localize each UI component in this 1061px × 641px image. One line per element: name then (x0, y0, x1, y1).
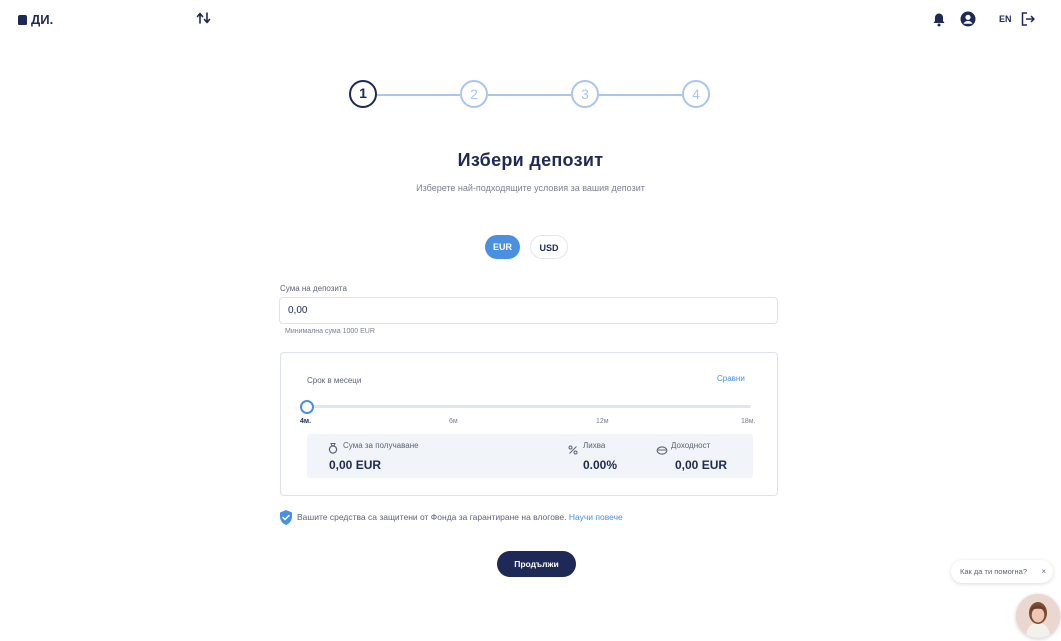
amount-input[interactable] (279, 297, 778, 324)
step-connector (599, 94, 682, 96)
interest-label: Лихва (583, 441, 606, 450)
term-tick: 6м (449, 418, 458, 425)
yield-label: Доходност (671, 441, 711, 450)
amount-hint: Минимална сума 1000 EUR (285, 328, 375, 335)
term-slider-handle[interactable] (300, 400, 314, 414)
compare-link[interactable]: Сравни (717, 374, 745, 383)
percent-icon (568, 442, 578, 460)
assistant-avatar[interactable] (1016, 594, 1060, 638)
continue-button[interactable]: Продължи (497, 551, 576, 577)
page-subtitle: Изберете най-подходящите условия за ваши… (416, 183, 645, 193)
ring-icon (328, 441, 338, 459)
close-icon[interactable]: × (1041, 560, 1046, 583)
protection-notice-text: Вашите средства са защитени от Фонда за … (297, 512, 567, 522)
top-bar: ДИ. EN (0, 0, 1061, 40)
term-tick: 4м. (300, 418, 312, 425)
receive-value: 0,00 EUR (329, 458, 382, 472)
step-4: 4 (682, 80, 710, 108)
page-title: Избери депозит (457, 150, 604, 170)
yield-value: 0,00 EUR (675, 458, 728, 472)
learn-more-link[interactable]: Научи повече (569, 512, 623, 522)
step-3: 3 (571, 80, 599, 108)
amount-label: Сума на депозита (280, 284, 347, 293)
interest-value: 0.00% (583, 458, 618, 472)
lock-icon (18, 15, 27, 25)
protection-notice: Вашите средства са защитени от Фонда за … (297, 512, 623, 522)
step-connector (377, 94, 460, 96)
user-circle-icon[interactable] (960, 11, 976, 32)
chat-bubble[interactable]: Как да ти помогна? × (951, 560, 1053, 583)
receive-label: Сума за получаване (343, 441, 419, 450)
currency-eur-button[interactable]: EUR (485, 235, 520, 259)
shield-check-icon (278, 509, 294, 531)
bell-icon[interactable] (932, 12, 946, 32)
transfer-arrows-icon[interactable] (196, 10, 212, 31)
term-slider-track[interactable] (307, 405, 751, 408)
chat-bubble-text: Как да ти помогна? (960, 567, 1028, 576)
currency-usd-button[interactable]: USD (530, 235, 568, 259)
logo[interactable]: ДИ. (18, 12, 53, 27)
piggy-icon (656, 442, 668, 460)
step-2: 2 (460, 80, 488, 108)
logout-icon[interactable] (1020, 11, 1036, 32)
step-1: 1 (349, 80, 377, 108)
language-switch[interactable]: EN (999, 14, 1012, 24)
logo-text: ДИ. (31, 12, 54, 27)
term-tick: 18м. (741, 418, 756, 425)
term-label: Срок в месеци (307, 376, 362, 385)
step-connector (488, 94, 571, 96)
term-tick: 12м (596, 418, 609, 425)
